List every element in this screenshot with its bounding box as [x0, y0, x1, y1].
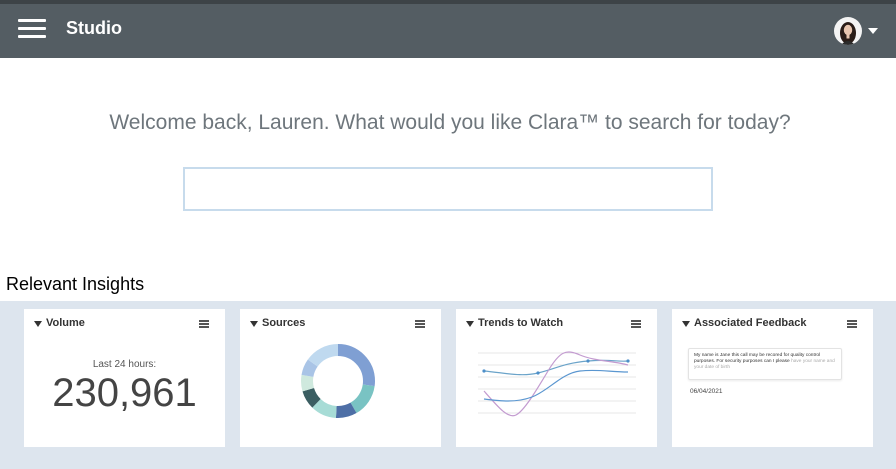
card-title: Trends to Watch [478, 317, 564, 329]
filter-icon[interactable] [466, 321, 474, 327]
hamburger-menu-icon[interactable] [18, 19, 46, 39]
volume-period-label: Last 24 hours: [92, 359, 157, 370]
sources-card[interactable]: Sources [240, 309, 441, 447]
filter-icon[interactable] [250, 321, 258, 327]
menu-icon[interactable] [631, 320, 641, 328]
feedback-snippet[interactable]: My name is Jane this call may be recored… [688, 348, 842, 380]
app-title: Studio [66, 18, 122, 38]
volume-value: 230,961 [52, 371, 197, 415]
trends-card[interactable]: Trends to Watch [456, 309, 657, 447]
search-input[interactable] [183, 167, 713, 211]
relevant-insights-heading: Relevant Insights [6, 274, 145, 294]
card-title: Sources [262, 317, 306, 329]
avatar-portrait [840, 22, 856, 45]
menu-icon[interactable] [847, 320, 857, 328]
user-avatar[interactable] [834, 17, 862, 45]
filter-icon[interactable] [682, 321, 690, 327]
top-bar-edge [0, 0, 896, 4]
menu-icon[interactable] [199, 320, 209, 328]
filter-icon[interactable] [34, 321, 42, 327]
welcome-message: Welcome back, Lauren. What would you lik… [109, 111, 791, 134]
feedback-date: 06/04/2021 [690, 388, 723, 395]
menu-icon[interactable] [415, 320, 425, 328]
trends-line-chart [478, 351, 636, 417]
caret-down-icon[interactable] [868, 28, 878, 34]
top-bar: Studio [0, 0, 896, 58]
volume-card[interactable]: Volume Last 24 hours: 230,961 [24, 309, 225, 447]
sources-donut-chart [301, 344, 375, 418]
card-title: Associated Feedback [694, 317, 807, 329]
card-title: Volume [46, 317, 85, 329]
feedback-card[interactable]: Associated Feedback My name is Jane this… [672, 309, 873, 447]
